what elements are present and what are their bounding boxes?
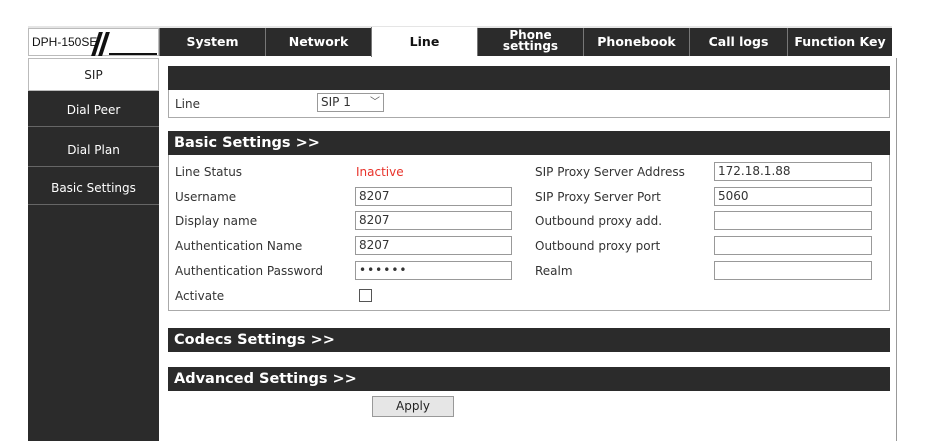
content-border [896,58,897,441]
tab-function-key[interactable]: Function Key [787,28,892,56]
line-status-value: Inactive [356,165,404,179]
outbound-proxy-add-label: Outbound proxy add. [535,214,663,228]
logo-model: DPH-150SE [32,35,98,49]
username-input[interactable]: 8207 [355,187,512,206]
display-name-input[interactable]: 8207 [355,211,512,230]
proxy-port-input[interactable]: 5060 [714,187,872,206]
activate-label: Activate [175,289,225,303]
line-select-box: Line SIP 1 ﹀ [168,90,890,118]
auth-password-label: Authentication Password [175,264,323,278]
realm-input[interactable] [714,261,872,280]
chevron-down-icon: ﹀ [370,97,380,108]
activate-checkbox[interactable] [359,289,372,302]
realm-label: Realm [535,264,573,278]
line-label: Line [175,97,201,111]
sidebar-item-sip[interactable]: SIP [28,58,159,91]
proxy-address-label: SIP Proxy Server Address [535,165,685,179]
logo: DPH-150SE [28,28,159,56]
line-status-label: Line Status [175,165,243,179]
line-section-header [168,66,890,90]
line-select[interactable]: SIP 1 ﹀ [317,93,384,112]
tab-phone-settings[interactable]: Phone settings [477,28,583,56]
basic-settings-box: Line Status Inactive Username 8207 Displ… [168,155,890,311]
line-select-value: SIP 1 [321,95,351,109]
tab-system[interactable]: System [159,28,265,56]
tab-call-logs[interactable]: Call logs [689,28,787,56]
outbound-proxy-add-input[interactable] [714,211,872,230]
apply-button[interactable]: Apply [372,396,454,417]
auth-name-label: Authentication Name [175,239,303,253]
sidebar: SIP Dial Peer Dial Plan Basic Settings [28,58,159,441]
basic-settings-header[interactable]: Basic Settings >> [168,131,890,155]
proxy-port-label: SIP Proxy Server Port [535,190,661,204]
sidebar-item-basic-settings[interactable]: Basic Settings [28,172,159,205]
tab-network[interactable]: Network [265,28,371,56]
proxy-address-input[interactable]: 172.18.1.88 [714,162,872,181]
sidebar-item-dial-plan[interactable]: Dial Plan [28,134,159,167]
logo-bar-icon [109,53,157,55]
auth-password-input[interactable]: •••••• [355,261,512,280]
tab-phone-settings-line2: settings [502,39,559,53]
username-label: Username [175,190,237,204]
display-name-label: Display name [175,214,258,228]
tab-phonebook[interactable]: Phonebook [583,28,689,56]
tab-line[interactable]: Line [371,27,477,57]
top-nav: DPH-150SE System Network Line Phone sett… [28,26,892,57]
outbound-proxy-port-input[interactable] [714,236,872,255]
codecs-settings-header[interactable]: Codecs Settings >> [168,328,890,352]
outbound-proxy-port-label: Outbound proxy port [535,239,661,253]
advanced-settings-header[interactable]: Advanced Settings >> [168,367,890,391]
sidebar-item-dial-peer[interactable]: Dial Peer [28,94,159,127]
auth-name-input[interactable]: 8207 [355,236,512,255]
